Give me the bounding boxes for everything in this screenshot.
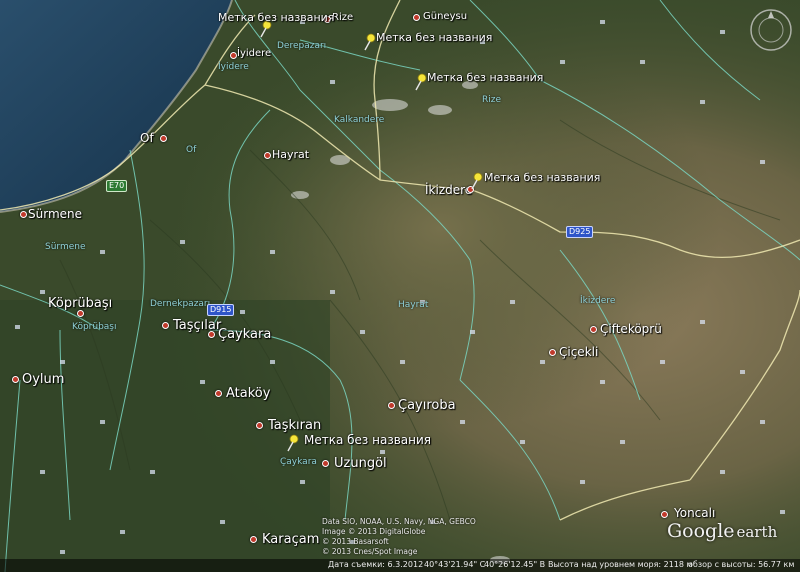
district-label: Rize xyxy=(482,95,502,105)
place-label-guneysu[interactable]: Güneysu xyxy=(423,12,467,22)
town-marker[interactable] xyxy=(549,349,556,356)
placemark-label[interactable]: Метка без названия xyxy=(376,32,492,43)
town-marker[interactable] xyxy=(590,326,597,333)
place-label-surmene[interactable]: Sürmene xyxy=(28,208,82,220)
status-bar: Дата съемки: 6.3.2012 40°43'21.94" С 40°… xyxy=(0,559,800,572)
town-marker[interactable] xyxy=(77,310,84,317)
place-label-tascilar[interactable]: Taşçılar xyxy=(173,319,221,332)
elevation-readout: Высота над уровнем моря: 2118 м xyxy=(548,560,693,569)
compass-icon[interactable] xyxy=(749,8,793,52)
district-label: Köprübaşı xyxy=(72,322,117,332)
eye-altitude-readout: обзор с высоты: 56.77 км xyxy=(688,560,795,569)
district-label: Çaykara xyxy=(280,457,317,467)
place-label-karacam[interactable]: Karaçam xyxy=(262,533,319,546)
town-marker[interactable] xyxy=(208,331,215,338)
placemark-label[interactable]: Метка без названия xyxy=(484,172,600,183)
pushpin-icon[interactable] xyxy=(362,33,376,51)
pushpin-icon[interactable] xyxy=(413,73,427,91)
town-marker[interactable] xyxy=(215,390,222,397)
town-marker[interactable] xyxy=(413,14,420,21)
placemark-label[interactable]: Метка без названия xyxy=(218,12,334,23)
town-marker[interactable] xyxy=(322,460,329,467)
town-marker[interactable] xyxy=(160,135,167,142)
place-label-koprubasi[interactable]: Köprübaşı xyxy=(48,297,112,310)
district-label: İkizdere xyxy=(580,296,616,306)
pushpin-icon[interactable] xyxy=(469,172,483,190)
place-label-yoncali[interactable]: Yoncalı xyxy=(674,507,715,519)
town-marker[interactable] xyxy=(20,211,27,218)
district-label: Sürmene xyxy=(45,242,86,252)
place-label-iyidere[interactable]: İyidere xyxy=(237,49,271,59)
place-label-atakoy[interactable]: Ataköy xyxy=(226,387,270,400)
road-shield-e70: E70 xyxy=(106,180,128,192)
town-marker[interactable] xyxy=(162,322,169,329)
placemark-label[interactable]: Метка без названия xyxy=(427,72,543,83)
place-label-ciftekopru[interactable]: Çifteköprü xyxy=(600,323,662,335)
placemark-label[interactable]: Метка без названия xyxy=(304,434,431,446)
imagery-date: Дата съемки: 6.3.2012 xyxy=(328,560,424,569)
town-marker[interactable] xyxy=(661,511,668,518)
town-marker[interactable] xyxy=(230,52,237,59)
district-label: Of xyxy=(186,145,197,155)
map-view[interactable]: Derepazarı İyidere Kalkandere Rize Of Sü… xyxy=(0,0,800,572)
place-label-of[interactable]: Of xyxy=(140,132,154,144)
place-label-uzungol[interactable]: Uzungöl xyxy=(334,457,387,470)
google-earth-logo: Google earth xyxy=(667,520,778,542)
town-marker[interactable] xyxy=(264,152,271,159)
town-marker[interactable] xyxy=(256,422,263,429)
place-label-cicekli[interactable]: Çiçekli xyxy=(559,346,598,358)
place-label-hayrat[interactable]: Hayrat xyxy=(272,149,309,160)
place-label-rize[interactable]: Rize xyxy=(332,13,353,23)
place-label-cayiroba[interactable]: Çayıroba xyxy=(398,399,456,412)
latitude-readout: 40°43'21.94" С xyxy=(424,560,486,569)
road-shield-d915: D915 xyxy=(207,304,235,316)
town-marker[interactable] xyxy=(12,376,19,383)
town-marker[interactable] xyxy=(250,536,257,543)
longitude-readout: 40°26'12.45" В xyxy=(484,560,546,569)
road-shield-d925: D925 xyxy=(566,226,594,238)
satellite-imagery xyxy=(0,0,800,572)
place-label-oylum[interactable]: Oylum xyxy=(22,373,64,386)
district-label: Hayrat xyxy=(398,300,429,310)
place-label-caykara[interactable]: Çaykara xyxy=(218,328,271,341)
place-label-ikizdere[interactable]: İkizdere xyxy=(425,184,472,196)
district-label: İyidere xyxy=(218,62,249,72)
district-label: Kalkandere xyxy=(334,115,385,125)
town-marker[interactable] xyxy=(388,402,395,409)
district-label: Dernekpazarı xyxy=(150,299,211,309)
pushpin-icon[interactable] xyxy=(285,434,299,452)
place-label-taskiran[interactable]: Taşkıran xyxy=(268,419,321,432)
district-label: Derepazarı xyxy=(277,41,327,51)
imagery-credits: Data SIO, NOAA, U.S. Navy, NGA, GEBCO Im… xyxy=(322,517,476,556)
